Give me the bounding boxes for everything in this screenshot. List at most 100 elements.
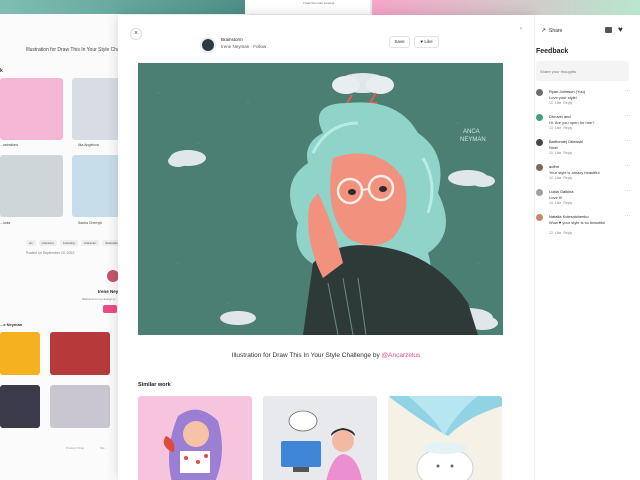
comment-reply-link[interactable]: Reply <box>563 176 572 180</box>
more-options-icon[interactable]: ··· <box>625 213 630 219</box>
caption-text: Illustration for Draw This In Your Style… <box>231 352 380 359</box>
background-more-thumb-4[interactable] <box>50 385 110 428</box>
more-options-icon[interactable]: ··· <box>625 138 630 144</box>
caption-handle-link[interactable]: @Ancarzelus <box>382 352 421 359</box>
background-side-label: k <box>0 68 3 74</box>
save-button[interactable]: Save <box>389 36 410 48</box>
folder-icon[interactable] <box>605 27 612 33</box>
background-footer-link-2[interactable]: Sel... <box>100 446 107 450</box>
background-more-by-label: ...e Neyman <box>0 322 23 327</box>
commenter-avatar[interactable] <box>536 214 543 221</box>
comment-meta: 10 Like Reply <box>549 151 572 155</box>
comment-reply-link[interactable]: Reply <box>563 151 572 155</box>
commenter-name[interactable]: Bartlomiej Otlowski <box>549 139 583 144</box>
comment-text: Wow ♥ your style is so beautiful <box>549 220 606 225</box>
comment-like-link[interactable]: Like <box>555 101 561 105</box>
similar-work-thumb-1[interactable] <box>138 396 252 480</box>
more-options-icon[interactable]: ··· <box>625 88 630 94</box>
comment-like-link[interactable]: Like <box>555 231 561 235</box>
shot-caption: Illustration for Draw This In Your Style… <box>118 352 534 359</box>
commenter-name[interactable]: aofhri <box>549 164 559 169</box>
commenter-avatar[interactable] <box>536 164 543 171</box>
comment-like-count: 10 <box>549 101 553 105</box>
comment-meta: 10 Like Reply <box>549 101 572 105</box>
svg-text:ANCA: ANCA <box>463 129 480 135</box>
commenter-avatar[interactable] <box>536 89 543 96</box>
comment-item: Bartlomiej Otlowski ··· Nice! 10 Like Re… <box>536 137 636 162</box>
author-name[interactable]: Irene Neyman <box>221 44 249 49</box>
commenter-name[interactable]: Natalia Kolesnichenko <box>549 214 589 219</box>
commenter-name[interactable]: Ryan Johnson (You) <box>549 89 585 94</box>
background-more-thumb-2[interactable] <box>50 332 110 375</box>
commenter-name[interactable]: Lukta Galkina <box>549 189 573 194</box>
tag[interactable]: character <box>38 240 58 246</box>
feedback-input[interactable] <box>536 61 629 81</box>
comment-text: Love your style! <box>549 95 578 100</box>
comment-like-count: 10 <box>549 176 553 180</box>
comment-text: Hi. Are you open for hire? <box>549 120 595 125</box>
more-options-icon[interactable]: ··· <box>625 163 630 169</box>
comment-item: Dhruvin and ··· Hi. Are you open for hir… <box>536 112 636 137</box>
background-caption-4: Sasha Chernyh <box>78 221 103 225</box>
comment-item: Natalia Kolesnichenko ··· Wow ♥ your sty… <box>536 212 636 237</box>
tag[interactable]: art <box>26 240 36 246</box>
background-tag-list: art character branding character illustr… <box>26 240 122 246</box>
commenter-name[interactable]: Dhruvin and <box>549 114 571 119</box>
similar-work-thumb-2[interactable] <box>263 396 377 480</box>
like-button-label: Like <box>424 39 433 44</box>
background-caption-3: ...iorks <box>0 221 11 225</box>
comment-reply-link[interactable]: Reply <box>563 101 572 105</box>
more-options-icon[interactable]: ··· <box>625 188 630 194</box>
close-icon[interactable]: × <box>130 28 142 40</box>
comment-list: Ryan Johnson (You) ··· Love your style! … <box>536 87 636 237</box>
comment-like-count: 10 <box>549 151 553 155</box>
comment-reply-link[interactable]: Reply <box>563 126 572 130</box>
shot-team-label[interactable]: Brainstorm <box>221 37 243 42</box>
background-posted-date: Posted on September 19, 2022 <box>26 251 75 255</box>
comment-item: Lukta Galkina ··· Love it! 10 Like Reply <box>536 187 636 212</box>
comment-meta: 10 Like Reply <box>549 126 572 130</box>
comment-text: Nice! <box>549 145 559 150</box>
shot-illustration[interactable]: ANCA NEYMAN <box>138 63 503 335</box>
commenter-avatar[interactable] <box>536 139 543 146</box>
comment-like-link[interactable]: Like <box>555 201 561 205</box>
background-header-image <box>0 0 245 14</box>
more-options-icon[interactable]: ··· <box>625 113 630 119</box>
comment-like-link[interactable]: Like <box>555 176 561 180</box>
comment-item: Ryan Johnson (You) ··· Love your style! … <box>536 87 636 112</box>
comment-like-count: 12 <box>549 231 553 235</box>
commenter-avatar[interactable] <box>536 114 543 121</box>
tag[interactable]: character <box>80 240 100 246</box>
tag[interactable]: branding <box>60 240 78 246</box>
comment-like-count: 10 <box>549 201 553 205</box>
comment-like-link[interactable]: Like <box>555 126 561 130</box>
comment-like-link[interactable]: Like <box>555 151 561 155</box>
like-button[interactable]: ♥ Like <box>414 36 439 48</box>
background-caption-1: ...ustrations <box>0 143 19 147</box>
similar-work-thumb-3[interactable] <box>388 396 502 480</box>
heart-icon: ♥ <box>420 39 424 44</box>
comment-meta: 10 Like Reply <box>549 176 572 180</box>
background-welcome-text: Welcome to my design p... <box>82 297 118 301</box>
svg-text:NEYMAN: NEYMAN <box>460 137 486 143</box>
background-more-thumb-1[interactable] <box>0 332 40 375</box>
author-line: Irene Neyman · Follow <box>221 44 266 49</box>
comment-reply-link[interactable]: Reply <box>563 201 572 205</box>
background-thumb-1[interactable] <box>0 78 63 140</box>
share-button[interactable]: Share <box>549 28 562 34</box>
background-gradient-strip <box>372 0 640 16</box>
background-more-thumb-3[interactable] <box>0 385 40 428</box>
chevron-right-icon[interactable]: › <box>520 26 522 32</box>
share-icon[interactable]: ↗ <box>541 27 546 34</box>
comment-like-count: 10 <box>549 126 553 130</box>
background-hire-button[interactable] <box>103 305 117 313</box>
background-footer-link-1[interactable]: Product Shop <box>66 446 84 450</box>
author-avatar[interactable] <box>200 37 216 53</box>
comment-text: Love it! <box>549 195 562 200</box>
comment-reply-link[interactable]: Reply <box>563 231 572 235</box>
comment-item: aofhri ··· Your style is amazy beautiful… <box>536 162 636 187</box>
heart-icon[interactable]: ♥ <box>618 25 623 34</box>
background-thumb-3[interactable] <box>0 155 63 217</box>
commenter-avatar[interactable] <box>536 189 543 196</box>
follow-link[interactable]: Follow <box>253 44 266 49</box>
